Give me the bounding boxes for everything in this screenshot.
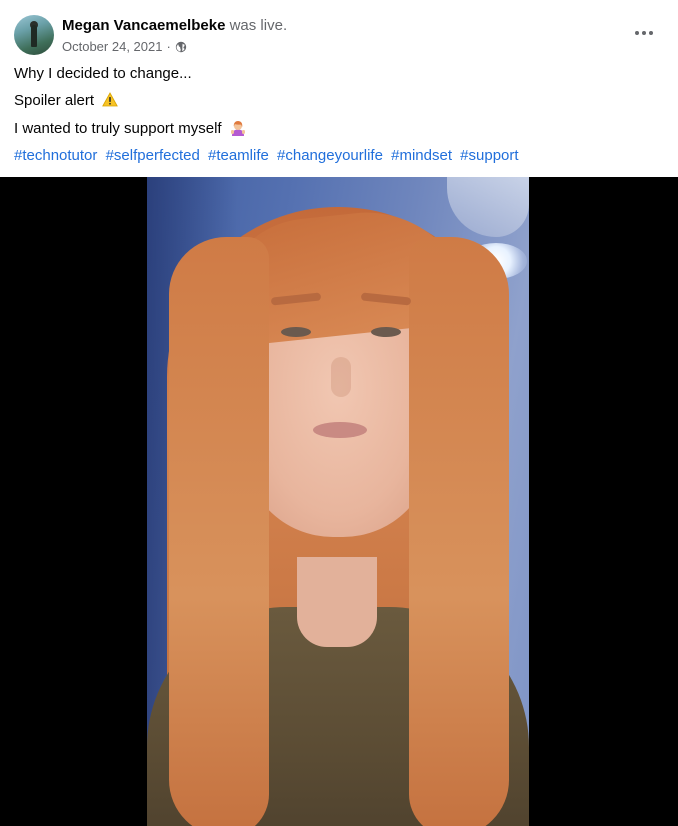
post-date[interactable]: October 24, 2021: [62, 39, 162, 54]
nose: [331, 357, 351, 397]
author-line: Megan Vancaemelbeke was live.: [62, 17, 287, 34]
video-frame: [147, 177, 529, 826]
globe-icon[interactable]: [175, 41, 187, 53]
hashtag-link[interactable]: #technotutor: [14, 147, 97, 164]
warning-icon: [102, 92, 119, 107]
post-text-line-2: Spoiler alert: [14, 92, 119, 109]
person-gesturing-icon: [230, 121, 245, 136]
hashtag-link[interactable]: #teamlife: [208, 147, 269, 164]
meta-separator: ·: [166, 39, 171, 54]
hashtag-link[interactable]: #selfperfected: [106, 147, 200, 164]
hashtag-link[interactable]: #support: [460, 147, 518, 164]
more-options-button[interactable]: [628, 19, 660, 47]
post-meta: October 24, 2021 ·: [62, 39, 187, 54]
hashtag-link[interactable]: #changeyourlife: [277, 147, 383, 164]
post-text-line-1: Why I decided to change...: [14, 65, 192, 82]
ceiling-fan: [447, 177, 529, 237]
hashtag-link[interactable]: #mindset: [391, 147, 452, 164]
neck: [297, 557, 377, 647]
hashtag-list: #technotutor #selfperfected #teamlife #c…: [14, 147, 523, 164]
author-avatar[interactable]: [14, 15, 54, 55]
lips: [313, 422, 367, 438]
post-header: Megan Vancaemelbeke was live. October 24…: [0, 0, 678, 60]
hair-right: [409, 237, 509, 826]
right-eye: [371, 327, 401, 337]
hair-left: [169, 237, 269, 826]
avatar-figure-body: [31, 25, 37, 47]
video-player[interactable]: [0, 177, 678, 826]
left-eye: [281, 327, 311, 337]
post-text-line-3: I wanted to truly support myself: [14, 120, 246, 137]
facebook-post: Megan Vancaemelbeke was live. October 24…: [0, 0, 678, 826]
author-action: was live.: [229, 17, 288, 34]
author-name[interactable]: Megan Vancaemelbeke: [62, 17, 225, 34]
more-options-icon: [635, 31, 653, 35]
post-text-line-3-label: I wanted to truly support myself: [14, 120, 222, 137]
post-text-line-2-label: Spoiler alert: [14, 92, 95, 109]
